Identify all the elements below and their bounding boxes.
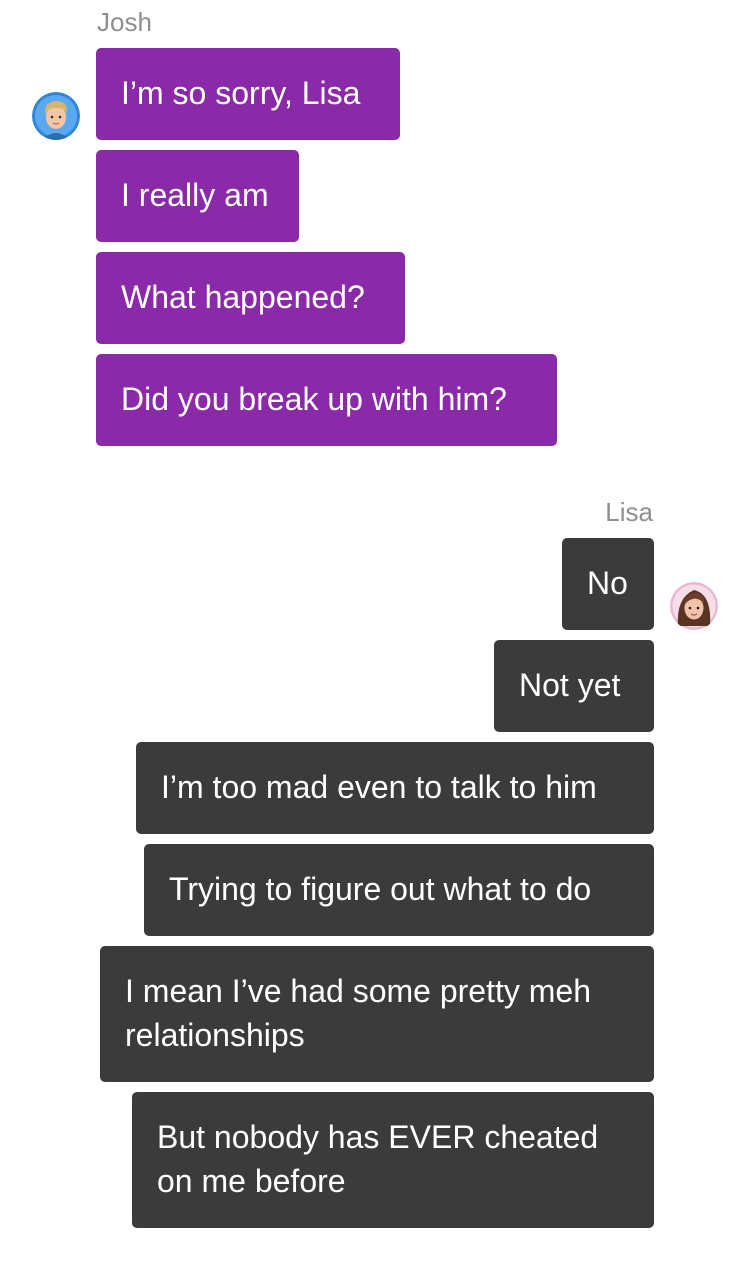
message-bubble-lisa[interactable]: I’m too mad even to talk to him: [136, 742, 654, 834]
lisa-avatar-icon[interactable]: [670, 582, 718, 630]
message-bubble-josh[interactable]: Did you break up with him?: [96, 354, 557, 446]
message-bubble-lisa[interactable]: Trying to figure out what to do: [144, 844, 654, 936]
message-bubble-lisa[interactable]: No: [562, 538, 654, 630]
message-bubble-lisa[interactable]: Not yet: [494, 640, 654, 732]
sender-name-josh: Josh: [97, 7, 152, 37]
message-bubble-josh[interactable]: I’m so sorry, Lisa: [96, 48, 400, 140]
josh-avatar-icon[interactable]: [32, 92, 80, 140]
message-bubble-lisa[interactable]: I mean I’ve had some pretty meh relation…: [100, 946, 654, 1082]
sender-name-lisa: Lisa: [605, 497, 653, 527]
message-bubble-josh[interactable]: What happened?: [96, 252, 405, 344]
message-bubble-josh[interactable]: I really am: [96, 150, 299, 242]
message-bubble-lisa[interactable]: But nobody has EVER cheated on me before: [132, 1092, 654, 1228]
